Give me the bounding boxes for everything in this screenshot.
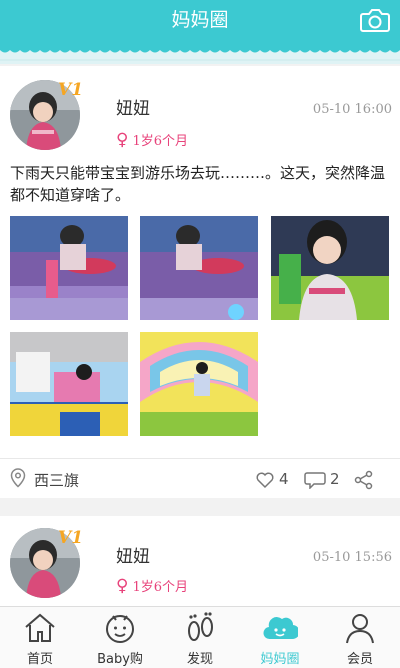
heart-icon xyxy=(256,472,274,488)
child-age-text: 1岁6个月 xyxy=(132,580,188,595)
comment-count: 2 xyxy=(330,470,340,488)
share-button[interactable] xyxy=(354,468,378,490)
tab-label: 妈妈圈 xyxy=(260,652,300,667)
user-name[interactable]: 妞妞 xyxy=(116,94,150,119)
post-time: 05-10 15:56 xyxy=(312,550,392,565)
tab-mom-circle[interactable]: 妈妈圈 xyxy=(240,607,320,668)
post-photo[interactable] xyxy=(10,332,128,436)
post-divider xyxy=(0,458,400,459)
level-badge: V1 xyxy=(58,80,84,100)
tab-home[interactable]: 首页 xyxy=(0,607,80,668)
tab-label: Baby购 xyxy=(97,652,143,667)
female-icon: ♀ xyxy=(116,576,129,596)
post-photo[interactable] xyxy=(140,332,258,436)
bottom-tab-bar: 首页 Baby购 发现 妈妈圈 会员 xyxy=(0,606,400,668)
like-button[interactable]: 4 xyxy=(255,468,289,490)
level-badge: V1 xyxy=(58,528,84,548)
baby-face-icon xyxy=(106,615,134,643)
like-count: 4 xyxy=(279,470,289,488)
post-time: 05-10 16:00 xyxy=(312,102,392,117)
child-age: ♀ 1岁6个月 xyxy=(116,576,188,596)
tab-label: 会员 xyxy=(346,652,373,667)
header-wave-decoration xyxy=(0,40,400,64)
top-bar: 妈妈圈 xyxy=(0,0,400,40)
child-age: ♀ 1岁6个月 xyxy=(116,130,188,150)
tab-member[interactable]: 会员 xyxy=(320,607,400,668)
page-title: 妈妈圈 xyxy=(171,9,229,31)
post-photo[interactable] xyxy=(271,216,389,320)
tab-label: 首页 xyxy=(26,652,53,667)
tab-label: 发现 xyxy=(186,652,213,667)
user-name[interactable]: 妞妞 xyxy=(116,542,150,567)
share-icon xyxy=(354,470,373,489)
tab-discover[interactable]: 发现 xyxy=(160,607,240,668)
comment-button[interactable]: 2 xyxy=(304,468,340,490)
post-photo[interactable] xyxy=(10,216,128,320)
child-age-text: 1岁6个月 xyxy=(132,134,188,149)
post-photo[interactable] xyxy=(140,216,258,320)
home-icon xyxy=(25,613,55,642)
post-content: 下雨天只能带宝宝到游乐场去玩………。这天，突然降温都不知道穿啥了。 xyxy=(10,164,386,204)
location-text: 西三旗 xyxy=(34,471,80,490)
cloud-icon xyxy=(263,617,298,640)
camera-icon[interactable] xyxy=(360,6,390,34)
location-pin-icon xyxy=(10,468,26,494)
person-icon xyxy=(346,614,374,644)
footprints-icon xyxy=(188,612,213,641)
post-location[interactable]: 西三旗 xyxy=(10,468,79,490)
female-icon: ♀ xyxy=(116,130,129,150)
tab-baby-shop[interactable]: Baby购 xyxy=(80,607,160,668)
post-card[interactable]: V1 妞妞 05-10 16:00 ♀ 1岁6个月 下雨天只能带宝宝到游乐场去玩…… xyxy=(0,66,400,498)
comment-icon xyxy=(304,471,326,490)
